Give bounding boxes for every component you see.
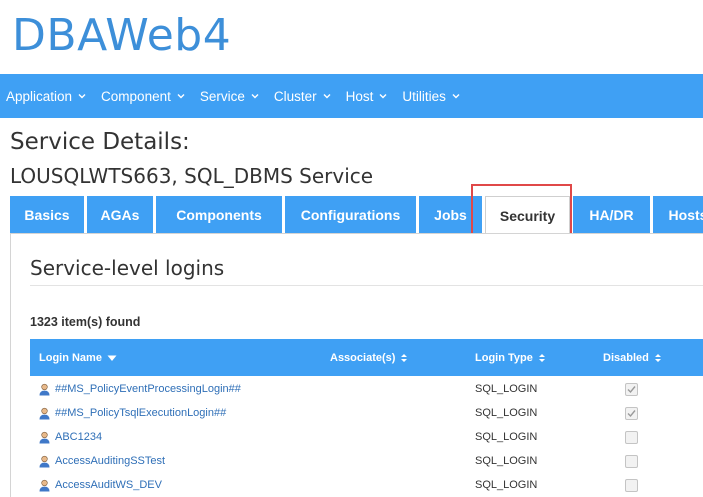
- nav-cluster-label: Cluster: [273, 88, 317, 104]
- chevron-down-icon: [177, 94, 185, 99]
- disabled-checkbox[interactable]: [625, 478, 638, 492]
- login-name: AccessAuditWS_DEV: [55, 479, 162, 491]
- column-label: Login Name: [39, 351, 102, 364]
- column-header-login-name[interactable]: Login Name: [39, 339, 117, 376]
- column-header-associates[interactable]: Associate(s): [330, 339, 408, 376]
- nav-application-label: Application: [6, 88, 73, 104]
- user-icon: [39, 407, 50, 419]
- nav-component-label: Component: [101, 88, 171, 104]
- table-row: AccessAuditingSSTest SQL_LOGIN: [30, 449, 703, 473]
- app-title: DBAWeb4: [12, 10, 232, 61]
- sort-desc-icon: [107, 355, 117, 361]
- sort-icon: [538, 353, 545, 362]
- login-name: ABC1234: [55, 431, 103, 443]
- nav-utilities-label: Utilities: [402, 88, 446, 104]
- table-row: ##MS_PolicyTsqlExecutionLogin## SQL_LOGI…: [30, 401, 703, 425]
- tab-ha-dr[interactable]: HA/DR: [573, 196, 650, 234]
- chevron-down-icon: [78, 94, 86, 99]
- table-header: Login Name Associate(s) Login Type Disab…: [30, 339, 703, 376]
- check-icon: [627, 385, 636, 393]
- login-name: ##MS_PolicyEventProcessingLogin##: [55, 383, 241, 395]
- tab-agas[interactable]: AGAs: [87, 196, 153, 234]
- page-subtitle: LOUSQLWTS663, SQL_DBMS Service: [10, 164, 374, 188]
- login-link[interactable]: AccessAuditingSSTest: [38, 449, 165, 473]
- sort-icon: [401, 353, 408, 362]
- nav-host-label: Host: [345, 88, 374, 104]
- user-icon: [39, 455, 50, 467]
- login-type: SQL_LOGIN: [475, 479, 538, 491]
- tab-jobs[interactable]: Jobs: [419, 196, 482, 234]
- top-navbar: Application Component Service Cluster Ho…: [0, 74, 703, 118]
- user-icon: [39, 479, 50, 491]
- disabled-checkbox[interactable]: [625, 454, 638, 468]
- login-name: AccessAuditingSSTest: [55, 455, 166, 467]
- column-header-disabled[interactable]: Disabled: [603, 339, 662, 376]
- nav-application[interactable]: Application: [6, 89, 87, 104]
- login-link[interactable]: ABC1234: [38, 425, 102, 449]
- chevron-down-icon: [452, 94, 460, 99]
- tab-hosts[interactable]: Hosts: [653, 196, 703, 234]
- table-row: AccessAuditWS_DEV SQL_LOGIN: [30, 473, 703, 497]
- section-title: Service-level logins: [30, 256, 225, 280]
- divider: [30, 285, 703, 286]
- user-icon: [39, 383, 50, 395]
- sort-icon: [654, 353, 661, 362]
- column-label: Disabled: [603, 351, 649, 364]
- tab-configurations[interactable]: Configurations: [285, 196, 416, 234]
- security-panel: Service-level logins 1323 item(s) found …: [10, 233, 703, 497]
- nav-service-label: Service: [199, 88, 245, 104]
- chevron-down-icon: [379, 94, 387, 99]
- login-type: SQL_LOGIN: [475, 455, 538, 467]
- table-row: ABC1234 SQL_LOGIN: [30, 425, 703, 449]
- column-header-login-type[interactable]: Login Type: [475, 339, 546, 376]
- login-type: SQL_LOGIN: [475, 431, 538, 443]
- tab-bar: Basics AGAs Components Configurations Jo…: [10, 196, 703, 234]
- chevron-down-icon: [251, 94, 259, 99]
- nav-cluster[interactable]: Cluster: [274, 89, 332, 104]
- item-count: 1323 item(s) found: [30, 315, 141, 329]
- check-icon: [627, 409, 636, 417]
- nav-service[interactable]: Service: [200, 89, 260, 104]
- login-type: SQL_LOGIN: [475, 383, 538, 395]
- column-label: Login Type: [475, 351, 533, 364]
- login-link[interactable]: ##MS_PolicyTsqlExecutionLogin##: [38, 401, 226, 425]
- login-link[interactable]: ##MS_PolicyEventProcessingLogin##: [38, 377, 241, 401]
- nav-component[interactable]: Component: [101, 89, 186, 104]
- user-icon: [39, 431, 50, 443]
- disabled-checkbox[interactable]: [625, 406, 638, 420]
- login-type: SQL_LOGIN: [475, 407, 538, 419]
- disabled-checkbox[interactable]: [625, 382, 638, 396]
- login-name: ##MS_PolicyTsqlExecutionLogin##: [55, 407, 227, 419]
- tab-basics[interactable]: Basics: [10, 196, 84, 234]
- login-link[interactable]: AccessAuditWS_DEV: [38, 473, 162, 497]
- nav-utilities[interactable]: Utilities: [402, 89, 461, 104]
- nav-host[interactable]: Host: [346, 89, 389, 104]
- disabled-checkbox[interactable]: [625, 430, 638, 444]
- page-title: Service Details:: [10, 129, 190, 155]
- table-row: ##MS_PolicyEventProcessingLogin## SQL_LO…: [30, 377, 703, 401]
- chevron-down-icon: [323, 94, 331, 99]
- column-label: Associate(s): [330, 351, 396, 364]
- tab-security[interactable]: Security: [485, 196, 570, 234]
- tab-components[interactable]: Components: [156, 196, 282, 234]
